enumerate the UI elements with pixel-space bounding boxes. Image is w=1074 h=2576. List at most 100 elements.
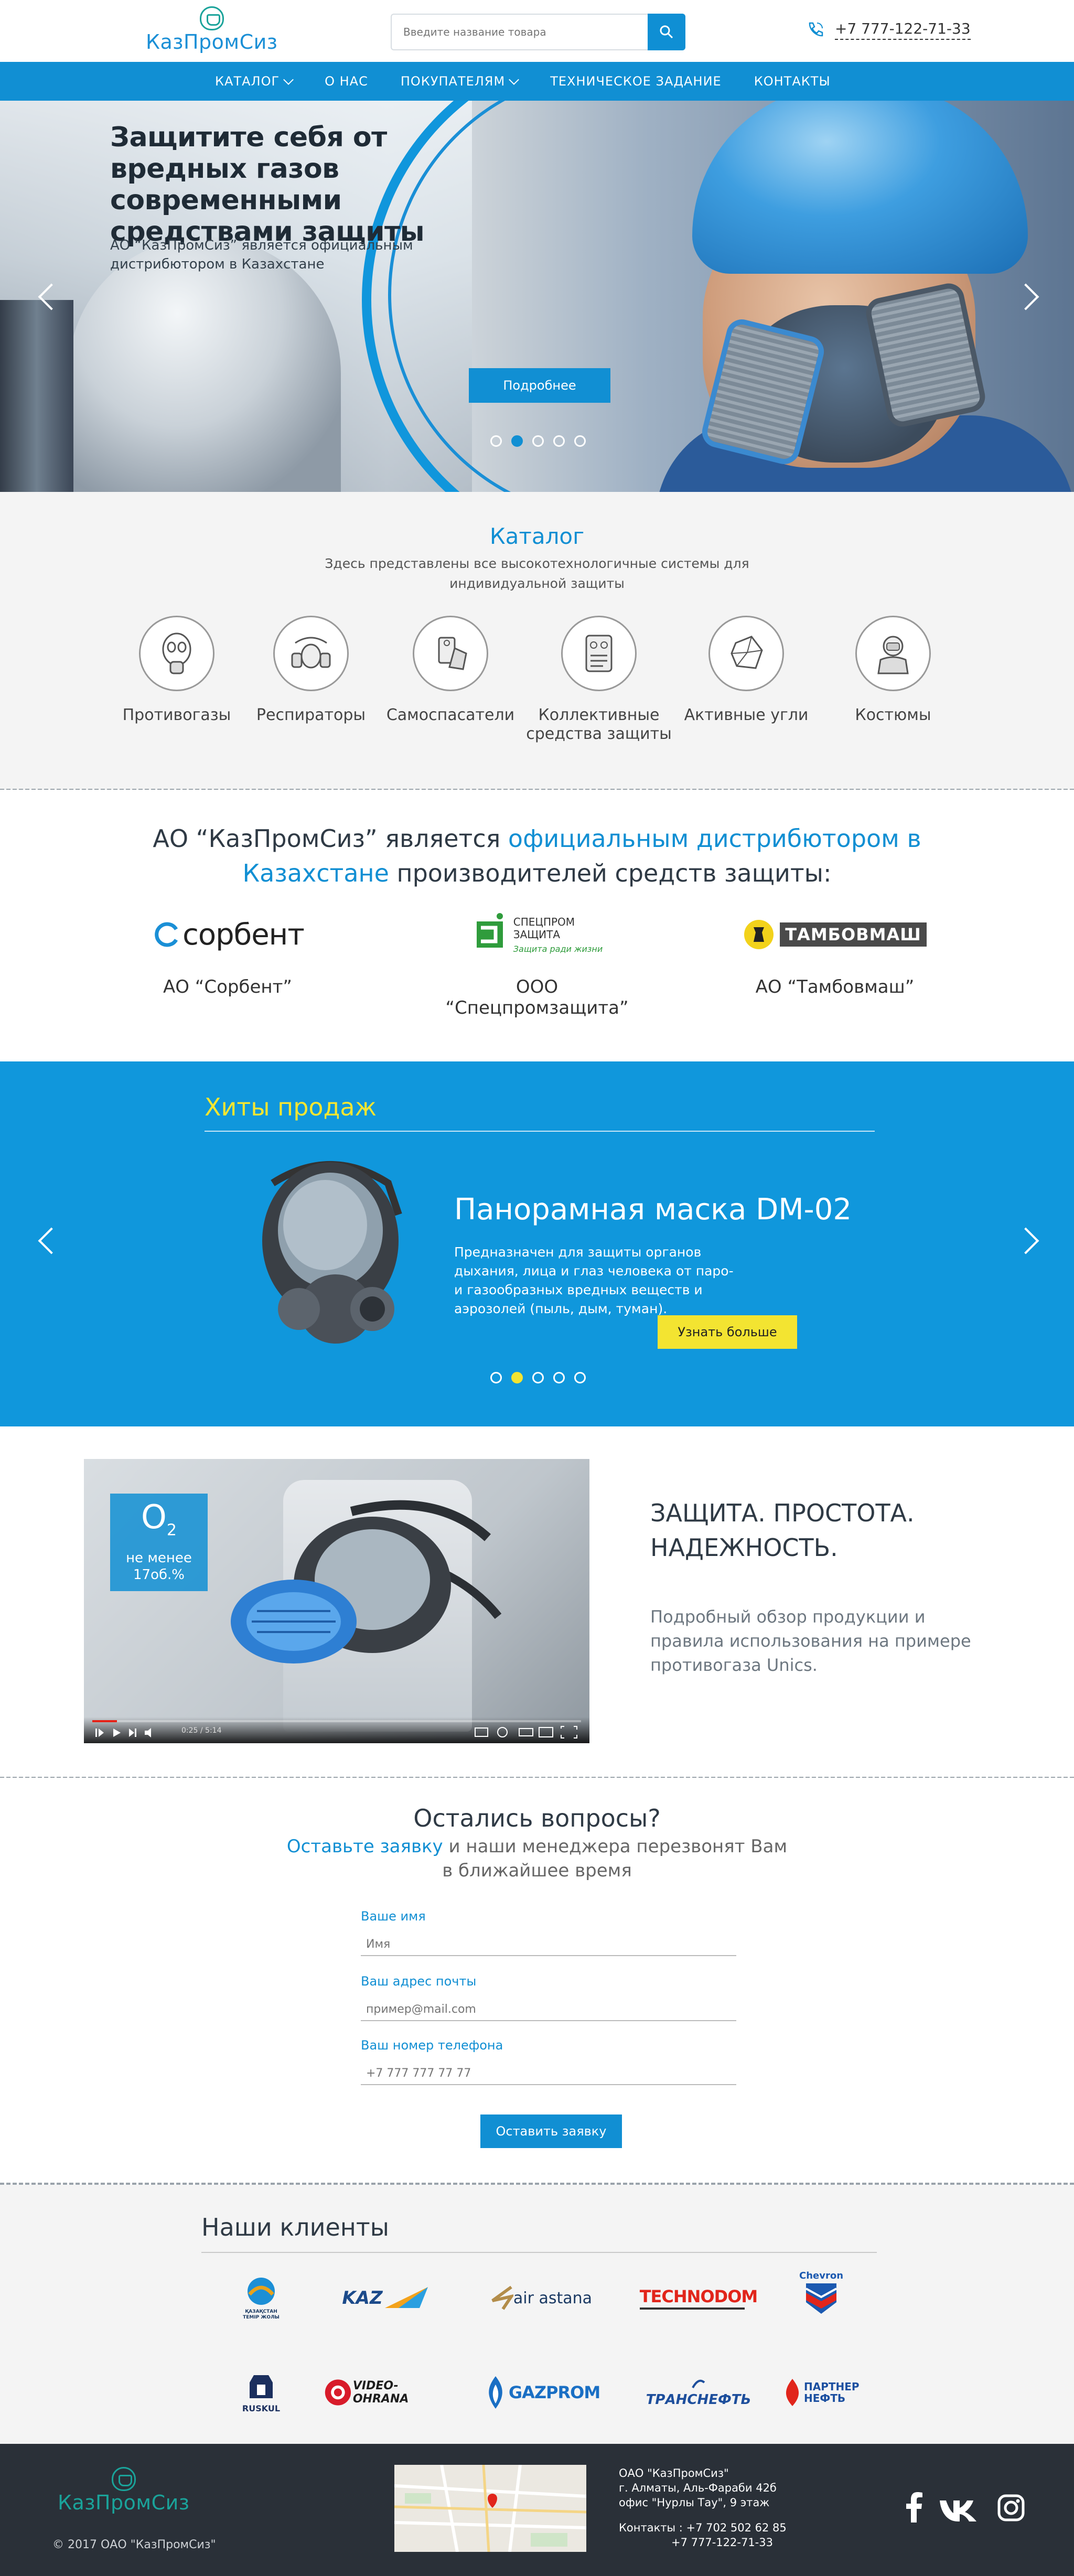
slide-dot[interactable] (532, 435, 544, 447)
video-player[interactable]: O2 не менее 17об.% 0:25 / 5:14 (84, 1459, 589, 1743)
name-field: Ваше имя (361, 1909, 736, 1956)
hero-more-button[interactable]: Подробнее (469, 368, 610, 403)
catalog-item-respirators[interactable]: Респираторы (235, 616, 387, 725)
client-logo-ktzh[interactable]: ҚАЗАҚСТАН ТЕМІР ЖОЛЫ (198, 2267, 324, 2330)
catalog-item-gas-masks[interactable]: Противогазы (101, 616, 253, 725)
header: КазПромСиз +7 777-122-71-33 (0, 0, 1074, 62)
video-progress-track[interactable] (92, 1720, 581, 1722)
client-logo-ruskul[interactable]: RUSKUL (198, 2361, 324, 2424)
nav-item-customers[interactable]: ПОКУПАТЕЛЯМ (401, 62, 520, 101)
slide-dot[interactable] (490, 1372, 502, 1383)
chevron-logo-icon (806, 2283, 837, 2314)
gazprom-logo-icon (489, 2376, 502, 2409)
form-title: Остались вопросы? (413, 1804, 661, 1832)
client-name: Chevron (799, 2270, 844, 2281)
self-rescuer-icon (413, 616, 488, 691)
site-logo[interactable]: КазПромСиз (146, 6, 278, 53)
learn-more-button[interactable]: Узнать больше (658, 1315, 797, 1349)
brand-sorbent[interactable]: сорбент АО “Сорбент” (117, 908, 338, 997)
search-input[interactable] (403, 15, 645, 49)
header-phone[interactable]: +7 777-122-71-33 (806, 20, 971, 40)
form-request-link[interactable]: Оставьте заявку (287, 1836, 443, 1857)
phone-number: +7 777-122-71-33 (835, 20, 971, 40)
catalog-item-label: Коллективные средства защиты (526, 706, 672, 743)
client-name: KAZ (342, 2288, 383, 2309)
client-logo-partner-neft[interactable]: ПАРТНЕР НЕФТЬ (758, 2361, 884, 2424)
client-logo-technodom[interactable]: TECHNODOM (636, 2267, 761, 2330)
collective-protection-icon (561, 616, 637, 691)
video-mask-image (215, 1490, 509, 1700)
form-subtitle-text: в ближайшее время (442, 1860, 632, 1881)
catalog-item-label: Активные угли (684, 706, 809, 724)
nav-item-about[interactable]: О НАС (325, 62, 368, 101)
specpromzashita-slogan: Защита ради жизни (513, 943, 603, 954)
catalog-item-suits[interactable]: Костюмы (817, 616, 969, 725)
slide-dot[interactable] (553, 435, 565, 447)
footer-logo[interactable]: КазПромСиз (58, 2467, 190, 2514)
client-logo-video-ohrana[interactable]: VIDEO-OHRANA (323, 2361, 449, 2424)
video-play-controls-icon[interactable] (94, 1726, 157, 1739)
map-image (394, 2465, 586, 2552)
nav-item-tech-spec[interactable]: ТЕХНИЧЕСКОЕ ЗАДАНИЕ (550, 62, 722, 101)
bestsellers-prev-arrow-icon[interactable] (38, 1227, 65, 1254)
product-description: Предназначен для защиты органов дыхания,… (454, 1244, 734, 1316)
catalog-item-activated-carbon[interactable]: Активные угли (670, 616, 822, 725)
footer-company: ОАО "КазПромСиз" (619, 2467, 729, 2480)
footer-map[interactable] (394, 2465, 586, 2552)
brand-specpromzashita[interactable]: СПЕЦПРОМ ЗАЩИТА Защита ради жизни ООО “С… (427, 908, 647, 1018)
video-settings-controls-icon[interactable] (474, 1725, 579, 1739)
slide-dot-active[interactable] (511, 1372, 523, 1383)
transneft-logo-icon (692, 2379, 705, 2388)
submit-request-button[interactable]: Оставить заявку (480, 2115, 622, 2148)
hero-worker-image (635, 101, 1074, 492)
catalog-item-self-rescuers[interactable]: Самоспасатели (374, 616, 527, 725)
search-button[interactable] (648, 14, 685, 50)
brand-tambovmash[interactable]: ТАМБОВМАШ АО “Тамбовмаш” (725, 908, 945, 997)
distributor-title-text: АО “КазПромСиз” является (153, 824, 508, 853)
video-description: Подробный обзор продукции и правила испо… (650, 1607, 971, 1675)
facebook-icon[interactable] (906, 2492, 923, 2525)
client-logo-kaz[interactable]: KAZ (323, 2267, 449, 2330)
hero-slide-dots (490, 435, 586, 447)
distributor-section: АО “КазПромСиз” является официальным дис… (0, 790, 1074, 1061)
catalog-section: Каталог Здесь представлены все высокотех… (0, 492, 1074, 791)
footer-phone[interactable]: Контакты : +7 702 502 62 85 (619, 2520, 787, 2535)
bestsellers-divider (205, 1131, 875, 1132)
client-logo-gazprom[interactable]: GAZPROM (478, 2361, 604, 2424)
slide-dot-active[interactable] (511, 435, 523, 447)
nav-item-contacts[interactable]: КОНТАКТЫ (754, 62, 831, 101)
slide-dot[interactable] (532, 1372, 544, 1383)
badge-line1: не менее (126, 1550, 192, 1566)
slide-dot[interactable] (574, 1372, 586, 1383)
client-logo-transneft[interactable]: ТРАНСНЕФТЬ (636, 2361, 761, 2424)
slide-dot[interactable] (490, 435, 502, 447)
brand-label: АО “Тамбовмаш” (755, 976, 915, 997)
vk-icon[interactable] (939, 2498, 979, 2524)
video-heading-line: ЗАЩИТА. ПРОСТОТА. (650, 1499, 915, 1527)
email-input[interactable] (361, 1998, 736, 2021)
logo-text: КазПромСиз (146, 30, 278, 53)
ruskul-logo-icon (249, 2375, 273, 2398)
name-input[interactable] (361, 1933, 736, 1956)
brand-label: ООО “Спецпромзащита” (445, 976, 629, 1018)
phone-icon (809, 22, 823, 37)
instagram-icon[interactable] (997, 2494, 1025, 2524)
client-logo-air-astana[interactable]: air astana (478, 2267, 604, 2330)
suit-icon (855, 616, 931, 691)
client-name: RUSKUL (242, 2403, 281, 2413)
footer-phone[interactable]: +7 777-122-71-33 (619, 2535, 787, 2550)
bestsellers-next-arrow-icon[interactable] (1012, 1227, 1039, 1254)
tambovmash-logo-text: ТАМБОВМАШ (780, 922, 927, 947)
catalog-item-collective-protection[interactable]: Коллективные средства защиты (523, 616, 675, 744)
slide-dot[interactable] (553, 1372, 565, 1383)
respirator-icon (273, 616, 349, 691)
nav-item-catalog[interactable]: КАТАЛОГ (215, 62, 294, 101)
bestsellers-section: Хиты продаж Панорамная маска DM-02 Предн… (0, 1061, 1074, 1426)
distributor-title: АО “КазПромСиз” является официальным дис… (136, 821, 938, 890)
field-label: Ваш номер телефона (361, 2038, 503, 2053)
phone-input[interactable] (361, 2062, 736, 2085)
client-logo-chevron[interactable]: Chevron (758, 2263, 884, 2326)
slide-dot[interactable] (574, 435, 586, 447)
video-time: 0:25 / 5:14 (181, 1726, 222, 1735)
hero-machine-image (0, 300, 73, 492)
